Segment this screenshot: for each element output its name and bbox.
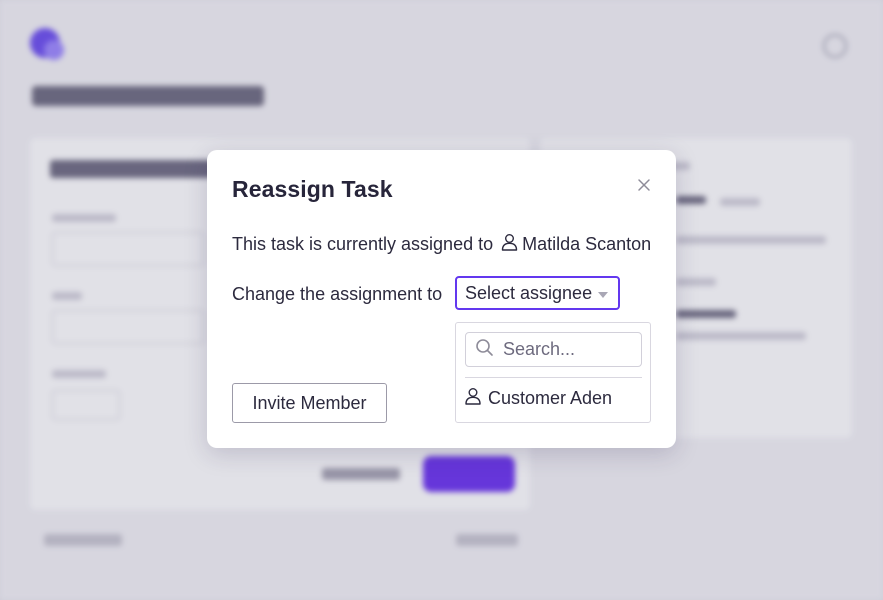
- current-assignment-row: This task is currently assigned to Matil…: [232, 232, 651, 256]
- invite-member-button[interactable]: Invite Member: [232, 383, 387, 423]
- user-icon: [465, 387, 488, 410]
- assignee-option[interactable]: Customer Aden: [465, 387, 612, 410]
- search-input[interactable]: [503, 339, 633, 360]
- chevron-down-icon: [598, 292, 608, 298]
- dropdown-divider: [465, 377, 642, 378]
- reassign-task-dialog: Reassign Task This task is currently ass…: [207, 150, 676, 448]
- assignee-select[interactable]: Select assignee: [455, 276, 620, 310]
- assignee-dropdown: Customer Aden: [455, 322, 651, 423]
- search-icon: [466, 338, 494, 362]
- user-icon: [501, 233, 522, 256]
- search-field[interactable]: [465, 332, 642, 367]
- assignee-option-label: Customer Aden: [488, 388, 613, 408]
- close-icon[interactable]: [635, 176, 653, 194]
- current-assignee-name: Matilda Scanton: [522, 233, 652, 254]
- current-assignment-label: This task is currently assigned to: [232, 233, 494, 254]
- assignee-select-value: Select assignee: [465, 282, 593, 303]
- current-assignee: Matilda Scanton: [501, 233, 651, 256]
- change-assignment-label: Change the assignment to: [232, 283, 443, 304]
- dialog-title: Reassign Task: [232, 176, 393, 202]
- change-assignment-row: Change the assignment to: [232, 282, 442, 306]
